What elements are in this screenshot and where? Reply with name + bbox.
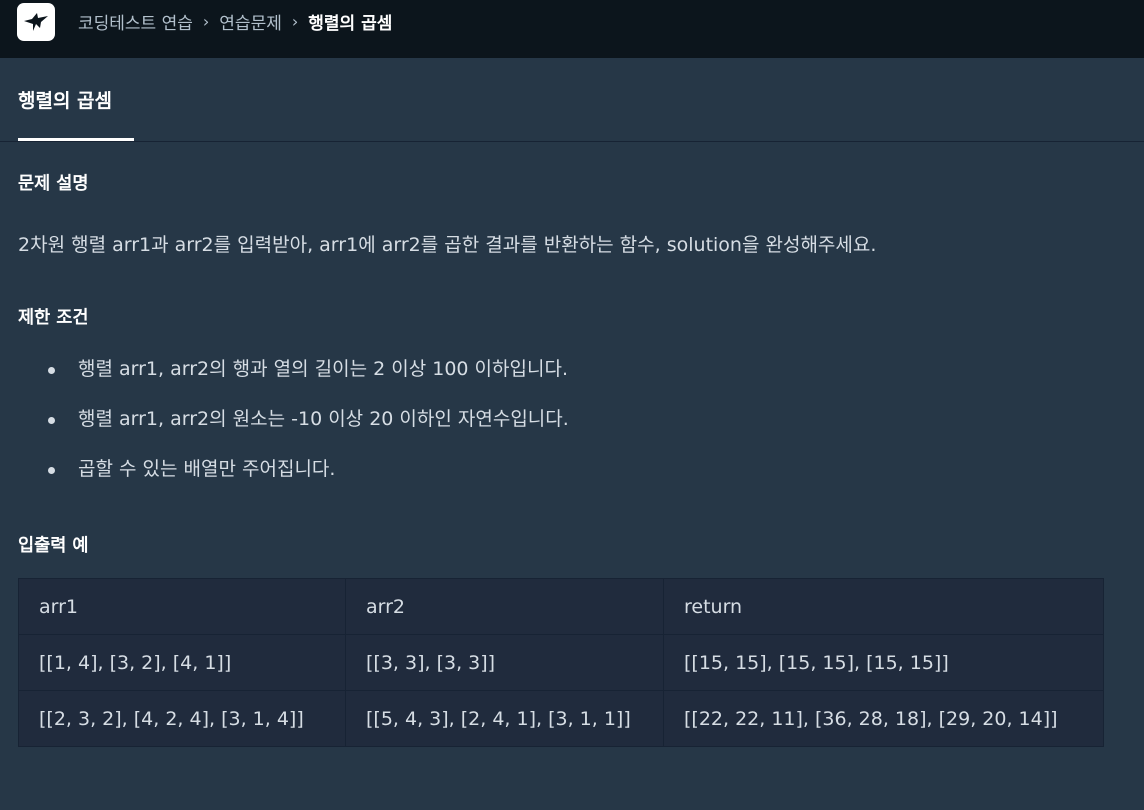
constraint-item: 곱할 수 있는 배열만 주어집니다. — [18, 454, 569, 504]
description-heading: 문제 설명 — [18, 174, 89, 194]
breadcrumb: 코딩테스트 연습 › 연습문제 › 행렬의 곱셈 — [78, 6, 392, 36]
table-row: [[1, 4], [3, 2], [4, 1]] [[3, 3], [3, 3]… — [18, 634, 1104, 691]
problem-description: 2차원 행렬 arr1과 arr2를 입력받아, arr1에 arr2를 곱한 … — [18, 234, 877, 256]
table-cell: [[2, 3, 2], [4, 2, 4], [3, 1, 4]] — [18, 690, 346, 747]
chevron-right-icon: › — [291, 11, 299, 31]
constraint-item: 행렬 arr1, arr2의 행과 열의 길이는 2 이상 100 이하입니다. — [18, 354, 569, 404]
table-cell: [[22, 22, 11], [36, 28, 18], [29, 20, 14… — [663, 690, 1104, 747]
breadcrumb-current: 행렬의 곱셈 — [308, 13, 393, 34]
tab-problem[interactable]: 행렬의 곱셈 — [18, 58, 134, 141]
examples-table: arr1 arr2 return [[1, 4], [3, 2], [4, 1]… — [18, 578, 1104, 747]
table-cell: [[1, 4], [3, 2], [4, 1]] — [18, 634, 346, 691]
breadcrumb-item-practice[interactable]: 연습문제 — [219, 9, 282, 34]
programmers-logo-icon[interactable] — [17, 3, 55, 41]
chevron-right-icon: › — [202, 11, 210, 31]
examples-heading: 입출력 예 — [18, 536, 89, 556]
constraint-item: 행렬 arr1, arr2의 원소는 -10 이상 20 이하인 자연수입니다. — [18, 404, 569, 454]
column-header-arr1: arr1 — [18, 578, 346, 635]
table-row: [[2, 3, 2], [4, 2, 4], [3, 1, 4]] [[5, 4… — [18, 690, 1104, 747]
column-header-arr2: arr2 — [345, 578, 664, 635]
table-cell: [[3, 3], [3, 3]] — [345, 634, 664, 691]
top-nav-bar: 코딩테스트 연습 › 연습문제 › 행렬의 곱셈 — [0, 0, 1144, 58]
table-cell: [[15, 15], [15, 15], [15, 15]] — [663, 634, 1104, 691]
column-header-return: return — [663, 578, 1104, 635]
table-header-row: arr1 arr2 return — [18, 578, 1104, 635]
table-cell: [[5, 4, 3], [2, 4, 1], [3, 1, 1]] — [345, 690, 664, 747]
tab-bar: 행렬의 곱셈 — [0, 58, 1144, 142]
constraints-heading: 제한 조건 — [18, 308, 89, 328]
constraints-list: 행렬 arr1, arr2의 행과 열의 길이는 2 이상 100 이하입니다.… — [18, 354, 569, 504]
breadcrumb-item-coding-test[interactable]: 코딩테스트 연습 — [78, 9, 193, 34]
